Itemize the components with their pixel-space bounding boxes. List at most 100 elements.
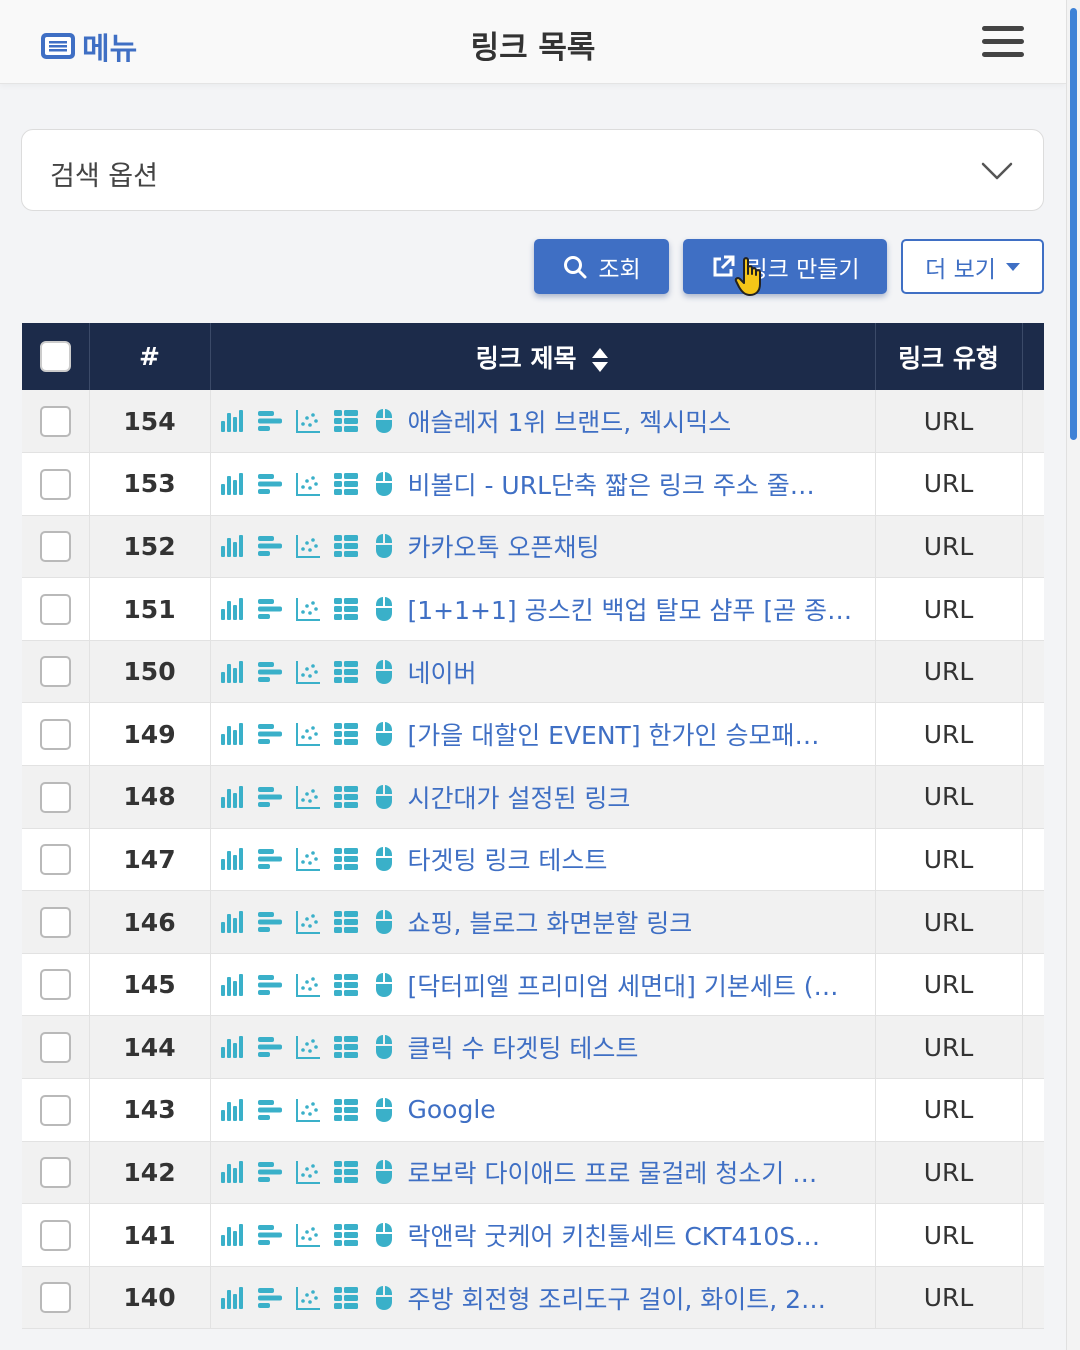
mouse-icon[interactable]	[371, 1222, 397, 1248]
scatter-icon[interactable]	[295, 1222, 321, 1248]
row-checkbox[interactable]	[39, 1219, 71, 1251]
mouse-icon[interactable]	[371, 972, 397, 998]
search-button[interactable]: 조회	[534, 239, 669, 294]
scatter-icon[interactable]	[295, 1097, 321, 1123]
scatter-icon[interactable]	[295, 408, 321, 434]
table-row[interactable]: 146 쇼핑, 블로그 화면분할 링크 URL	[22, 890, 1044, 954]
row-checkbox[interactable]	[39, 531, 71, 563]
bar-chart-icon[interactable]	[219, 596, 245, 622]
row-checkbox[interactable]	[39, 656, 71, 688]
grid-icon[interactable]	[333, 471, 359, 497]
scatter-icon[interactable]	[295, 1034, 321, 1060]
row-checkbox[interactable]	[39, 1094, 71, 1126]
list-icon[interactable]	[257, 659, 283, 685]
scatter-icon[interactable]	[295, 972, 321, 998]
bar-chart-icon[interactable]	[219, 659, 245, 685]
mouse-icon[interactable]	[371, 909, 397, 935]
link-title[interactable]: 쇼핑, 블로그 화면분할 링크	[408, 904, 693, 940]
mouse-icon[interactable]	[371, 1159, 397, 1185]
table-row[interactable]: 153 비볼디 - URL단축 짧은 링크 주소 줄… URL	[22, 452, 1044, 516]
grid-icon[interactable]	[333, 596, 359, 622]
mouse-icon[interactable]	[371, 846, 397, 872]
row-checkbox[interactable]	[39, 468, 71, 500]
table-row[interactable]: 141 락앤락 굿케어 키친툴세트 CKT410S… URL	[22, 1203, 1044, 1267]
grid-icon[interactable]	[333, 1285, 359, 1311]
bar-chart-icon[interactable]	[219, 721, 245, 747]
link-title[interactable]: 타겟팅 링크 테스트	[408, 841, 608, 877]
mouse-icon[interactable]	[371, 1034, 397, 1060]
bar-chart-icon[interactable]	[219, 1034, 245, 1060]
list-icon[interactable]	[257, 1222, 283, 1248]
row-checkbox[interactable]	[39, 781, 71, 813]
scatter-icon[interactable]	[295, 846, 321, 872]
scatter-icon[interactable]	[295, 659, 321, 685]
row-checkbox[interactable]	[39, 1282, 71, 1314]
list-icon[interactable]	[257, 972, 283, 998]
scatter-icon[interactable]	[295, 909, 321, 935]
header-title[interactable]: 링크 제목	[210, 323, 876, 390]
more-dropdown-button[interactable]: 더 보기	[901, 239, 1044, 294]
grid-icon[interactable]	[333, 659, 359, 685]
grid-icon[interactable]	[333, 721, 359, 747]
link-title[interactable]: 네이버	[408, 654, 477, 690]
bar-chart-icon[interactable]	[219, 1159, 245, 1185]
grid-icon[interactable]	[333, 533, 359, 559]
bar-chart-icon[interactable]	[219, 471, 245, 497]
row-checkbox[interactable]	[39, 969, 71, 1001]
list-icon[interactable]	[257, 1159, 283, 1185]
scatter-icon[interactable]	[295, 784, 321, 810]
list-icon[interactable]	[257, 1097, 283, 1123]
mouse-icon[interactable]	[371, 471, 397, 497]
link-title[interactable]: 비볼디 - URL단축 짧은 링크 주소 줄…	[408, 466, 815, 502]
mouse-icon[interactable]	[371, 784, 397, 810]
list-icon[interactable]	[257, 1285, 283, 1311]
list-icon[interactable]	[257, 471, 283, 497]
grid-icon[interactable]	[333, 909, 359, 935]
bar-chart-icon[interactable]	[219, 1285, 245, 1311]
bar-chart-icon[interactable]	[219, 408, 245, 434]
row-checkbox[interactable]	[39, 1157, 71, 1189]
table-row[interactable]: 154 애슬레저 1위 브랜드, 젝시믹스 URL	[22, 390, 1044, 454]
link-title[interactable]: [닥터피엘 프리미엄 세면대] 기본세트 (…	[408, 967, 839, 1003]
search-options-toggle[interactable]: 검색 옵션	[21, 129, 1044, 211]
scatter-icon[interactable]	[295, 533, 321, 559]
scrollbar-thumb[interactable]	[1070, 8, 1077, 440]
link-title[interactable]: 주방 회전형 조리도구 걸이, 화이트, 2…	[408, 1280, 827, 1316]
row-checkbox[interactable]	[39, 593, 71, 625]
table-row[interactable]: 151 [1+1+1] 공스킨 백업 탈모 샴푸 [곧 종료] URL	[22, 577, 1044, 641]
list-icon[interactable]	[257, 721, 283, 747]
scatter-icon[interactable]	[295, 471, 321, 497]
sort-icon[interactable]	[591, 347, 609, 373]
bar-chart-icon[interactable]	[219, 1222, 245, 1248]
scatter-icon[interactable]	[295, 596, 321, 622]
table-row[interactable]: 149 [가을 대할인 EVENT] 한가인 승모패… URL	[22, 702, 1044, 767]
table-row[interactable]: 148 시간대가 설정된 링크 URL	[22, 765, 1044, 829]
list-icon[interactable]	[257, 533, 283, 559]
bar-chart-icon[interactable]	[219, 846, 245, 872]
mouse-icon[interactable]	[371, 721, 397, 747]
list-icon[interactable]	[257, 1034, 283, 1060]
row-checkbox[interactable]	[39, 844, 71, 876]
create-link-button[interactable]: 링크 만들기	[683, 239, 887, 294]
table-row[interactable]: 152 카카오톡 오픈채팅 URL	[22, 515, 1044, 579]
grid-icon[interactable]	[333, 846, 359, 872]
table-row[interactable]: 142 로보락 다이애드 프로 물걸레 청소기 … URL	[22, 1141, 1044, 1205]
table-row[interactable]: 140 주방 회전형 조리도구 걸이, 화이트, 2… URL	[22, 1266, 1044, 1330]
link-title[interactable]: 카카오톡 오픈채팅	[408, 528, 600, 564]
bar-chart-icon[interactable]	[219, 784, 245, 810]
grid-icon[interactable]	[333, 408, 359, 434]
list-icon[interactable]	[257, 784, 283, 810]
bar-chart-icon[interactable]	[219, 972, 245, 998]
link-title[interactable]: 락앤락 굿케어 키친툴세트 CKT410S…	[408, 1217, 821, 1253]
select-all-checkbox[interactable]	[39, 341, 71, 373]
table-row[interactable]: 143 Google URL	[22, 1078, 1044, 1142]
scatter-icon[interactable]	[295, 1285, 321, 1311]
mouse-icon[interactable]	[371, 533, 397, 559]
bar-chart-icon[interactable]	[219, 533, 245, 559]
row-checkbox[interactable]	[39, 405, 71, 437]
link-title[interactable]: 로보락 다이애드 프로 물걸레 청소기 …	[408, 1154, 818, 1190]
list-icon[interactable]	[257, 909, 283, 935]
grid-icon[interactable]	[333, 1222, 359, 1248]
grid-icon[interactable]	[333, 784, 359, 810]
bar-chart-icon[interactable]	[219, 1097, 245, 1123]
